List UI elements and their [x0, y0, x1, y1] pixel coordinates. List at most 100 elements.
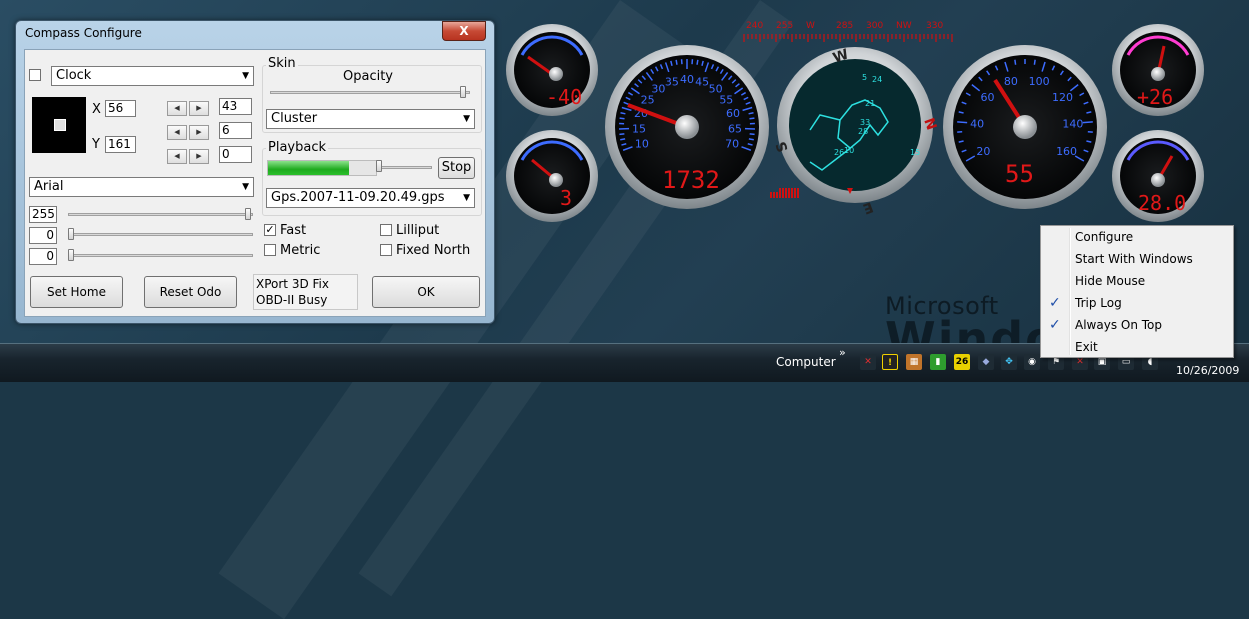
menu-item-exit[interactable]: Exit — [1041, 336, 1233, 358]
compass-mark-label: 24 — [872, 75, 882, 84]
compass-mark-label: 28 — [858, 127, 868, 136]
rpm-gauge: 10152025303540455055606570 1732 — [605, 45, 769, 209]
temp-gauge-top-right: +26 — [1112, 24, 1204, 116]
gauge-scale-label: 120 — [1052, 91, 1073, 104]
signal-bars — [770, 188, 799, 198]
playback-speed-track[interactable] — [378, 166, 432, 169]
spin-buttons[interactable]: ◀▶ — [167, 147, 211, 162]
gauge-scale-label: 55 — [719, 93, 733, 106]
spin-value-field[interactable]: 0 — [219, 146, 252, 163]
alpha-value-field[interactable]: 255 — [29, 206, 57, 223]
left-arrow-icon[interactable]: ◀ — [167, 149, 187, 164]
gauge-scale-label: 30 — [651, 82, 665, 95]
left-arrow-icon[interactable]: ◀ — [167, 125, 187, 140]
slider-value-field[interactable]: 0 — [29, 248, 57, 265]
menu-item-label: Exit — [1075, 336, 1098, 358]
gauge-tick — [749, 139, 754, 140]
slider-track[interactable] — [68, 213, 253, 216]
slider-thumb[interactable] — [245, 208, 251, 220]
right-arrow-icon[interactable]: ▶ — [189, 101, 209, 116]
metric-checkbox[interactable] — [264, 244, 276, 256]
playback-progress-fill — [268, 161, 349, 175]
scale-label: 240 — [746, 21, 763, 31]
signal-bar — [785, 188, 787, 198]
gauge-scale-label: 65 — [728, 122, 742, 135]
set-home-button[interactable]: Set Home — [30, 276, 123, 308]
scale-label: 300 — [866, 21, 883, 31]
compass-mark-label: 15 — [910, 148, 920, 157]
menu-item-configure[interactable]: Configure — [1041, 226, 1233, 248]
signal-bar — [788, 188, 790, 198]
opacity-slider-thumb[interactable] — [460, 86, 466, 98]
temperature-icon[interactable]: 26 — [954, 354, 970, 370]
right-arrow-icon[interactable]: ▶ — [189, 125, 209, 140]
expand-icon[interactable]: ✥ — [1001, 354, 1017, 370]
status-box: XPort 3D Fix OBD-II Busy — [253, 274, 358, 310]
computer-toolbar-label[interactable]: Computer — [776, 355, 836, 369]
y-position-field[interactable]: 161 — [105, 136, 136, 153]
spin-buttons[interactable]: ◀▶ — [167, 99, 211, 114]
menu-item-hide-mouse[interactable]: Hide Mouse — [1041, 270, 1233, 292]
skin-select[interactable]: Cluster ▼ — [266, 109, 475, 129]
compass-letter: E — [861, 198, 875, 216]
network-error-icon[interactable]: ✕ — [860, 354, 876, 370]
compass-mark-label: 5 — [862, 73, 867, 82]
temp-gauge-top-left: -40 — [506, 24, 598, 116]
slider-track[interactable] — [68, 254, 253, 257]
menu-item-trip-log[interactable]: ✓Trip Log — [1041, 292, 1233, 314]
slider-track[interactable] — [68, 233, 253, 236]
gauge-tick — [619, 134, 624, 135]
toolbar-chevron[interactable]: » — [839, 346, 846, 359]
spin-buttons[interactable]: ◀▶ — [167, 123, 211, 138]
x-position-field[interactable]: 56 — [105, 100, 136, 117]
signal-bar — [791, 188, 793, 198]
reset-odo-button[interactable]: Reset Odo — [144, 276, 237, 308]
opacity-slider-track[interactable] — [270, 91, 470, 94]
lilliput-label: Lilliput — [396, 223, 439, 238]
lilliput-checkbox[interactable] — [380, 224, 392, 236]
compass-tray-icon[interactable]: ◉ — [1024, 354, 1040, 370]
gauge-tick — [1015, 60, 1016, 65]
app-icon[interactable]: ▦ — [906, 354, 922, 370]
stop-button[interactable]: Stop — [438, 157, 475, 179]
compass-mark-label: 10 — [844, 146, 854, 155]
fast-checkbox[interactable]: ✓ — [264, 224, 276, 236]
spin-value-field[interactable]: 6 — [219, 122, 252, 139]
gauge-tick — [620, 118, 625, 119]
compass-mark-label: 21 — [865, 99, 875, 108]
network-icon[interactable]: ◆ — [978, 354, 994, 370]
close-button[interactable]: X — [442, 21, 486, 41]
gauge-cluster[interactable]: 240255W285300NW330 -40 3 101520253035404… — [500, 10, 1210, 230]
gauge-scale-label: 35 — [665, 75, 679, 88]
slider-thumb[interactable] — [68, 249, 74, 261]
element-select[interactable]: Clock ▼ — [51, 66, 254, 86]
gauge-scale-label: 140 — [1062, 117, 1083, 130]
chevron-down-icon: ▼ — [242, 178, 249, 196]
spin-value-field[interactable]: 43 — [219, 98, 252, 115]
menu-item-label: Always On Top — [1075, 314, 1162, 336]
gauge-tick — [1083, 122, 1093, 123]
heading-scale: 240255W285300NW330 — [744, 21, 956, 42]
clock-date[interactable]: 10/26/2009 — [1176, 364, 1239, 377]
menu-item-always-on-top[interactable]: ✓Always On Top — [1041, 314, 1233, 336]
warning-icon[interactable]: ! — [882, 354, 898, 370]
gps-file-select[interactable]: Gps.2007-11-09.20.49.gps ▼ — [266, 188, 475, 208]
ok-button[interactable]: OK — [372, 276, 480, 308]
playback-speed-thumb[interactable] — [376, 160, 382, 172]
gps-status-text: XPort 3D Fix — [256, 277, 329, 291]
slider-thumb[interactable] — [68, 228, 74, 240]
fixed-north-checkbox[interactable] — [380, 244, 392, 256]
gauge-scale-label: 15 — [632, 122, 646, 135]
font-select[interactable]: Arial ▼ — [29, 177, 254, 197]
gauge-scale-label: 60 — [726, 107, 740, 120]
y-label: Y — [92, 137, 100, 152]
left-arrow-icon[interactable]: ◀ — [167, 101, 187, 116]
menu-item-start-with-windows[interactable]: Start With Windows — [1041, 248, 1233, 270]
gauge-readout: +26 — [1137, 85, 1173, 109]
right-arrow-icon[interactable]: ▶ — [189, 149, 209, 164]
preview-marker — [54, 119, 66, 131]
element-enable-checkbox[interactable] — [29, 69, 41, 81]
dialog-title: Compass Configure — [25, 26, 142, 40]
meter-icon[interactable]: ▮ — [930, 354, 946, 370]
slider-value-field[interactable]: 0 — [29, 227, 57, 244]
